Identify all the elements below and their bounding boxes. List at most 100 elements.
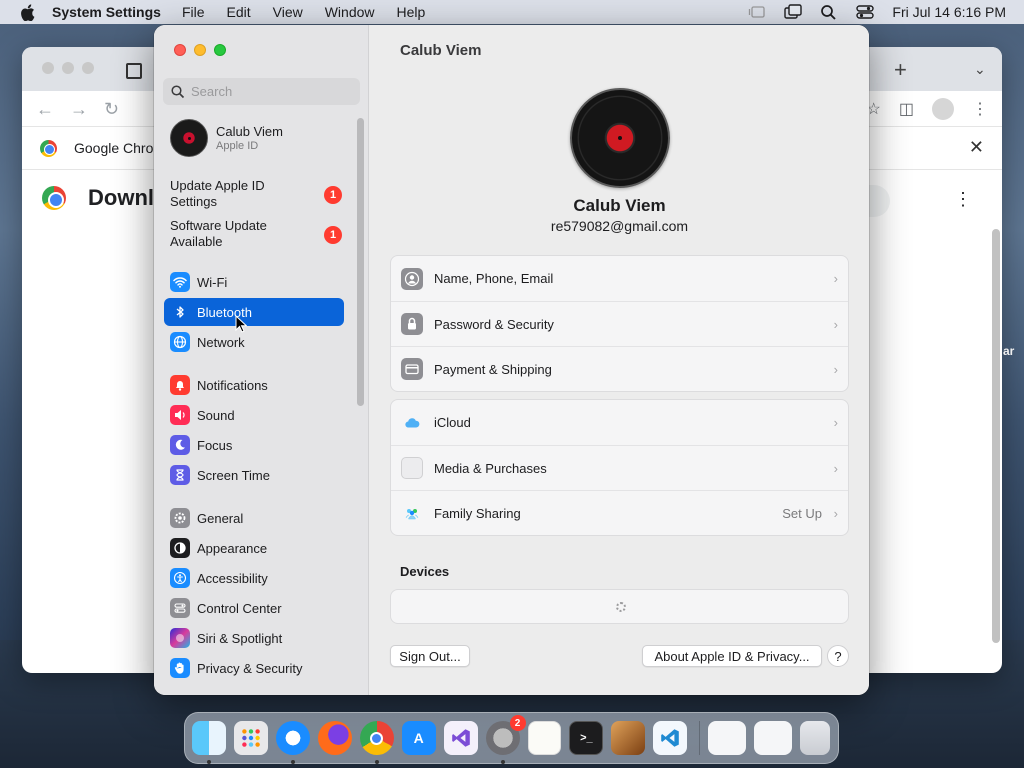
chrome-menu-icon[interactable]: ⋮ xyxy=(972,99,988,119)
spotlight-icon[interactable] xyxy=(820,4,838,20)
services-group: iCloud › Media & Purchases › Family Shar… xyxy=(390,399,849,536)
person-icon xyxy=(401,267,423,290)
siri-icon xyxy=(170,628,190,648)
sidebar-item-label: Privacy & Security xyxy=(197,660,303,676)
profile-name: Calub Viem xyxy=(216,124,283,139)
about-apple-id-privacy-button[interactable]: About Apple ID & Privacy... xyxy=(642,645,822,667)
sidebar-item-label: Network xyxy=(197,334,245,350)
moon-icon xyxy=(170,435,190,455)
notice-badge: 1 xyxy=(324,226,342,244)
dock-terminal-icon[interactable]: >_ xyxy=(569,721,604,755)
row-media-purchases[interactable]: Media & Purchases › xyxy=(391,445,848,490)
sidebar-item-general[interactable]: General xyxy=(164,504,344,532)
menu-app-name[interactable]: System Settings xyxy=(52,4,161,20)
sidebar-item-sound[interactable]: Sound xyxy=(164,401,344,429)
side-panel-icon[interactable]: ◫ xyxy=(899,99,914,119)
sidebar-item-label: Control Center xyxy=(197,600,282,616)
dock-visual-studio-icon[interactable] xyxy=(443,721,478,755)
sidebar-item-bluetooth[interactable]: Bluetooth xyxy=(164,298,344,326)
menu-window[interactable]: Window xyxy=(325,4,375,20)
chrome-page-title: Downl xyxy=(88,185,154,210)
accessibility-icon xyxy=(170,568,190,588)
apple-menu-icon[interactable] xyxy=(17,2,37,22)
chrome-tab-favicon-icon xyxy=(126,63,142,79)
new-tab-icon[interactable]: + xyxy=(894,57,907,83)
row-family-sharing[interactable]: Family Sharing Set Up › xyxy=(391,490,848,535)
wifi-icon xyxy=(170,272,190,292)
reload-icon[interactable]: ↻ xyxy=(104,99,119,120)
dock-launchpad-icon[interactable] xyxy=(233,721,268,755)
notice-update-apple-id[interactable]: Update Apple ID Settings 1 xyxy=(170,178,350,210)
dock-minimized-window-icon[interactable] xyxy=(708,721,747,755)
page-more-icon[interactable]: ⋮ xyxy=(954,189,972,210)
devices-heading: Devices xyxy=(400,564,450,579)
close-infobar-icon[interactable]: ✕ xyxy=(969,137,984,158)
row-name-phone-email[interactable]: Name, Phone, Email › xyxy=(391,256,848,301)
gear-icon xyxy=(170,508,190,528)
chrome-logo-icon xyxy=(40,140,57,157)
sidebar-profile[interactable]: Calub Viem Apple ID xyxy=(170,119,283,157)
appearance-icon xyxy=(170,538,190,558)
sidebar-item-siri-spotlight[interactable]: Siri & Spotlight xyxy=(164,624,344,652)
system-settings-window: Calub Viem Apple ID Update Apple ID Sett… xyxy=(154,25,869,695)
dock-vscode-icon[interactable] xyxy=(653,721,688,755)
forward-icon[interactable]: → xyxy=(70,99,88,120)
back-icon[interactable]: ← xyxy=(36,99,54,120)
zoom-window-button[interactable] xyxy=(214,44,226,56)
window-controls xyxy=(174,44,234,56)
stage-manager-icon[interactable] xyxy=(748,4,766,20)
row-payment-shipping[interactable]: Payment & Shipping › xyxy=(391,346,848,391)
dock-garageband-icon[interactable] xyxy=(611,721,646,755)
profile-picture[interactable] xyxy=(570,88,670,188)
sidebar-item-wifi[interactable]: Wi-Fi xyxy=(164,268,344,296)
family-sharing-status: Set Up xyxy=(782,505,822,521)
sidebar-item-privacy-security[interactable]: Privacy & Security xyxy=(164,654,344,682)
chrome-search-pill xyxy=(868,185,890,217)
dock-textedit-icon[interactable] xyxy=(527,721,562,755)
menu-file[interactable]: File xyxy=(182,4,205,20)
sidebar-scrollbar[interactable] xyxy=(357,118,364,406)
menu-clock[interactable]: Fri Jul 14 6:16 PM xyxy=(892,4,1006,20)
dock-safari-icon[interactable] xyxy=(275,721,310,764)
sidebar-item-focus[interactable]: Focus xyxy=(164,431,344,459)
close-window-button[interactable] xyxy=(174,44,186,56)
search-icon xyxy=(171,84,185,98)
account-name: Calub Viem xyxy=(573,196,666,215)
sidebar-item-label: Notifications xyxy=(197,377,268,393)
screen-mirroring-icon[interactable] xyxy=(784,4,803,20)
row-label: Media & Purchases xyxy=(434,460,547,476)
control-center-icon[interactable] xyxy=(856,4,875,20)
bell-icon xyxy=(170,375,190,395)
dock-separator xyxy=(699,721,701,755)
dock-trash-icon[interactable] xyxy=(800,721,831,755)
search-input[interactable] xyxy=(191,84,351,99)
dock-firefox-icon[interactable] xyxy=(317,721,352,755)
help-button[interactable]: ? xyxy=(827,645,849,667)
tab-search-chevron-icon[interactable]: ⌄ xyxy=(974,61,986,78)
sign-out-button[interactable]: Sign Out... xyxy=(390,645,470,667)
notice-software-update[interactable]: Software Update Available 1 xyxy=(170,218,350,250)
sidebar-item-notifications[interactable]: Notifications xyxy=(164,371,344,399)
chevron-right-icon: › xyxy=(833,505,838,521)
row-label: iCloud xyxy=(434,415,471,430)
account-email: re579082@gmail.com xyxy=(550,218,689,234)
row-password-security[interactable]: Password & Security › xyxy=(391,301,848,346)
sidebar-item-network[interactable]: Network xyxy=(164,328,344,356)
sidebar-item-appearance[interactable]: Appearance xyxy=(164,534,344,562)
dock-system-settings-icon[interactable]: 2 xyxy=(485,715,526,764)
chrome-scrollbar[interactable] xyxy=(992,229,1000,643)
chrome-profile-avatar[interactable] xyxy=(932,98,954,120)
minimize-window-button[interactable] xyxy=(194,44,206,56)
sidebar-item-accessibility[interactable]: Accessibility xyxy=(164,564,344,592)
menu-view[interactable]: View xyxy=(273,4,303,20)
row-icloud[interactable]: iCloud › xyxy=(391,400,848,445)
dock-finder-icon[interactable] xyxy=(192,721,226,764)
menu-edit[interactable]: Edit xyxy=(227,4,251,20)
dock-app-store-icon[interactable]: A xyxy=(401,721,436,755)
sidebar-item-screen-time[interactable]: Screen Time xyxy=(164,461,344,489)
dock-chrome-icon[interactable] xyxy=(359,721,394,764)
settings-sidebar: Calub Viem Apple ID Update Apple ID Sett… xyxy=(154,25,369,695)
sidebar-item-control-center[interactable]: Control Center xyxy=(164,594,344,622)
dock-minimized-window-icon[interactable] xyxy=(754,721,793,755)
menu-help[interactable]: Help xyxy=(397,4,426,20)
